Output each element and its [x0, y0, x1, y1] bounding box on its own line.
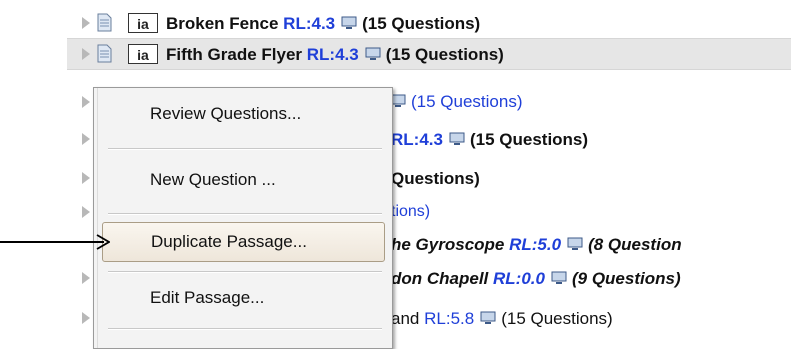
menu-item-duplicate-passage[interactable]: Duplicate Passage... [102, 222, 385, 262]
monitor-icon[interactable] [480, 311, 496, 325]
expand-triangle-icon[interactable] [82, 96, 90, 108]
menu-separator [108, 148, 382, 150]
monitor-icon[interactable] [567, 237, 583, 251]
question-count: (9 Questions) [571, 269, 681, 288]
question-count: (15 Questions) [411, 92, 523, 111]
menu-gutter-divider [97, 88, 98, 348]
passage-name[interactable]: and [391, 309, 419, 328]
question-count: (8 Question [588, 235, 682, 254]
menu-item-edit-passage[interactable]: Edit Passage... [102, 278, 385, 318]
question-count: (15 Questions) [385, 45, 504, 64]
passage-title[interactable]: he Gyroscope RL:5.0 (8 Question [391, 235, 682, 255]
expand-triangle-icon[interactable] [82, 48, 90, 60]
reading-level: RL:5.8 [424, 309, 475, 328]
monitor-icon[interactable] [365, 47, 381, 61]
expand-triangle-icon[interactable] [82, 272, 90, 284]
question-count: (15 Questions) [501, 309, 613, 328]
ia-badge: ia [128, 13, 158, 33]
ia-badge: ia [128, 44, 158, 64]
reading-level: RL:0.0 [493, 269, 545, 288]
menu-separator [108, 213, 382, 215]
menu-item-label: New Question ... [150, 170, 276, 189]
reading-level: RL:4.3 [391, 130, 443, 149]
question-count: Questions) [391, 169, 480, 188]
passage-name[interactable]: Broken Fence [166, 14, 278, 33]
expand-triangle-icon[interactable] [82, 17, 90, 29]
menu-item-review-questions[interactable]: Review Questions... [102, 94, 385, 134]
passage-name[interactable]: don Chapell [391, 269, 488, 288]
question-count: tions) [391, 203, 431, 220]
tree-row[interactable]: ia Broken Fence RL:4.3 (15 Questions) [0, 8, 791, 38]
passage-title[interactable]: and RL:5.8 (15 Questions) [391, 309, 613, 329]
reading-level: RL:4.3 [283, 14, 336, 33]
tree-row-selected[interactable]: ia Fifth Grade Flyer RL:4.3 (15 Questions… [67, 38, 791, 70]
passage-name[interactable]: he Gyroscope [391, 235, 504, 254]
reading-level: RL:5.0 [509, 235, 562, 254]
monitor-icon[interactable] [551, 271, 567, 285]
pointer-arrow-icon [96, 234, 110, 250]
question-count: (15 Questions) [469, 130, 589, 149]
pointer-arrow-line [0, 241, 104, 243]
menu-item-new-question[interactable]: New Question ... [102, 160, 385, 200]
expand-triangle-icon[interactable] [82, 172, 90, 184]
passage-title[interactable]: RL:4.3 (15 Questions) [391, 130, 588, 150]
question-count: (15 Questions) [362, 14, 481, 33]
menu-separator [108, 271, 382, 273]
reading-level: RL:4.3 [306, 45, 359, 64]
passage-name[interactable]: Fifth Grade Flyer [166, 45, 302, 64]
expand-triangle-icon[interactable] [82, 206, 90, 218]
context-menu: Review Questions... New Question ... Dup… [93, 87, 393, 349]
passage-title[interactable]: Broken Fence RL:4.3 (15 Questions) [166, 14, 480, 34]
menu-item-label: Edit Passage... [150, 288, 265, 307]
document-icon [97, 44, 112, 63]
expand-triangle-icon[interactable] [82, 133, 90, 145]
document-icon [97, 13, 112, 32]
menu-separator [108, 328, 382, 330]
menu-item-label: Review Questions... [150, 104, 302, 123]
monitor-icon[interactable] [341, 16, 357, 30]
passage-title[interactable]: (15 Questions) [390, 92, 523, 112]
passage-title[interactable]: don Chapell RL:0.0 (9 Questions) [391, 269, 681, 289]
menu-item-label: Duplicate Passage... [151, 232, 307, 251]
monitor-icon[interactable] [449, 132, 465, 146]
expand-triangle-icon[interactable] [82, 312, 90, 324]
passage-title[interactable]: Fifth Grade Flyer RL:4.3 (15 Questions) [166, 45, 504, 65]
